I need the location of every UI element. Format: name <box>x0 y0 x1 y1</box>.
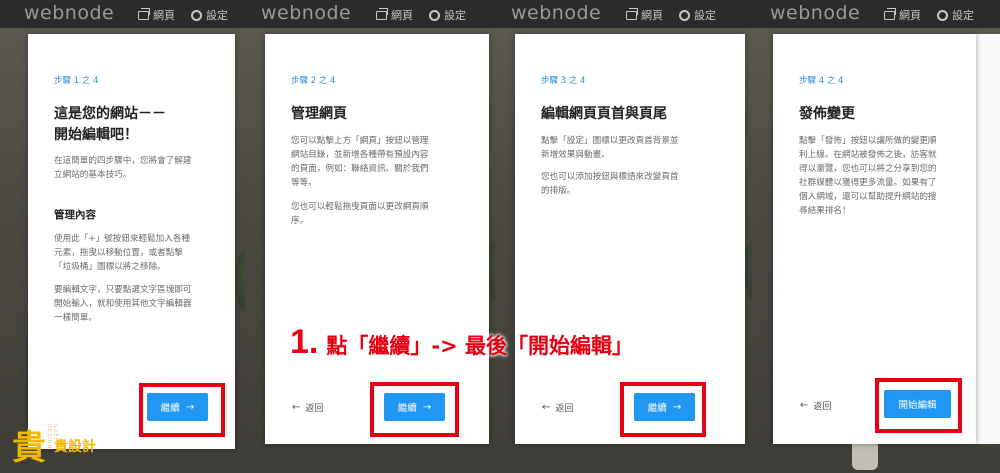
gear-icon <box>679 9 690 21</box>
nav-settings-label[interactable]: 設定 <box>694 7 716 23</box>
pages-icon <box>884 7 896 20</box>
step-label: 步驟 1 之 4 <box>54 76 99 86</box>
top-nav: 網頁 設定 <box>376 7 466 23</box>
wizard-body-1: 點擊「發佈」按鈕以讓所做的變更順 利上線。在網站被發佈之後，訪客就 得以瀏覽，您… <box>799 136 937 216</box>
nav-pages-label[interactable]: 網頁 <box>899 7 921 23</box>
webnode-logo: webnode <box>770 2 861 24</box>
arrow-left-icon <box>292 402 300 413</box>
wizard-title: 管理網頁 <box>291 106 347 122</box>
gear-icon <box>937 9 948 21</box>
wizard-body-2: 您也可以輕鬆拖曳頁面以更改網頁順 序。 <box>291 202 429 226</box>
wizard-body-2: 您也可以添加按鈕與標語來改變頁首 的排版。 <box>541 172 679 196</box>
back-link[interactable]: 返回 <box>292 401 323 414</box>
back-label: 返回 <box>555 404 574 414</box>
top-nav: 網頁 設定 <box>884 7 974 23</box>
webnode-logo: webnode <box>24 2 115 24</box>
highlight-box-3 <box>620 382 706 437</box>
wizard-body-2: 要編輯文字，只要點選文字區塊即可 開始輸入，就和使用其他文字編輯器 一樣簡單。 <box>54 285 192 323</box>
wizard-title: 這是您的網站－－ 開始編輯吧！ <box>54 106 166 143</box>
top-bar: webnode 網頁 設定 <box>245 0 495 28</box>
pages-icon <box>138 7 150 20</box>
brand-logo-glyph: 貴 <box>12 428 46 468</box>
back-link[interactable]: 返回 <box>542 401 573 414</box>
wizard-title: 發佈變更 <box>799 106 855 122</box>
highlight-box-2 <box>370 382 459 437</box>
wizard-title: 編輯網頁頁首與頁尾 <box>541 106 667 122</box>
webnode-logo: webnode <box>261 2 352 24</box>
back-link[interactable]: 返回 <box>800 399 831 412</box>
wizard-subhead: 管理內容 <box>54 209 96 221</box>
background-plant <box>234 250 245 310</box>
pages-icon <box>376 7 388 20</box>
pages-icon <box>626 7 638 20</box>
nav-settings-label[interactable]: 設定 <box>206 7 228 23</box>
nav-settings-label[interactable]: 設定 <box>952 7 974 23</box>
wizard-body-1: 點擊「設定」圖標以更改頁首背景並 新增效果與動畫。 <box>541 136 679 160</box>
nav-pages-label[interactable]: 網頁 <box>641 7 663 23</box>
arrow-left-icon <box>800 400 808 411</box>
step-label: 步驟 4 之 4 <box>799 76 844 86</box>
wizard-body-1: 使用此「+」號按鈕來輕鬆加入各種 元素，拖曳以移動位置，或者點擊 「垃圾桶」圖標… <box>54 234 191 272</box>
instruction-number: 1. <box>290 323 319 361</box>
highlight-box-1 <box>139 383 225 437</box>
top-nav: 網頁 設定 <box>626 7 716 23</box>
page-edge <box>976 34 1000 444</box>
step-label: 步驟 3 之 4 <box>541 76 586 86</box>
step-label: 步驟 2 之 4 <box>291 76 336 86</box>
brand-watermark: 貴 GUEI DESIGN 貴設計 <box>12 418 132 468</box>
instruction-annotation: 1. 點「繼續」-> 最後「開始編輯」 <box>290 323 633 363</box>
gear-icon <box>429 9 440 21</box>
back-label: 返回 <box>813 402 832 412</box>
gear-icon <box>191 9 202 21</box>
top-nav: 網頁 設定 <box>138 7 228 23</box>
webnode-logo: webnode <box>511 2 602 24</box>
nav-pages-label[interactable]: 網頁 <box>391 7 413 23</box>
instruction-text: 點「繼續」-> 最後「開始編輯」 <box>326 334 633 358</box>
highlight-box-4 <box>875 378 962 433</box>
wizard-body-1: 您可以點擊上方「網頁」按鈕以管理 網站目錄，並新增各種帶有預設內容 的頁面，例如… <box>291 136 429 188</box>
top-bar: webnode 網頁 設定 <box>752 0 1000 28</box>
nav-pages-label[interactable]: 網頁 <box>153 7 175 23</box>
back-label: 返回 <box>305 404 324 414</box>
nav-settings-label[interactable]: 設定 <box>444 7 466 23</box>
brand-name: 貴設計 <box>54 439 96 455</box>
top-bar: webnode 網頁 設定 <box>0 0 245 28</box>
arrow-left-icon <box>542 402 550 413</box>
wizard-intro: 在這簡單的四步驟中，您將會了解建 立網站的基本技巧。 <box>54 156 192 180</box>
top-bar: webnode 網頁 設定 <box>495 0 752 28</box>
